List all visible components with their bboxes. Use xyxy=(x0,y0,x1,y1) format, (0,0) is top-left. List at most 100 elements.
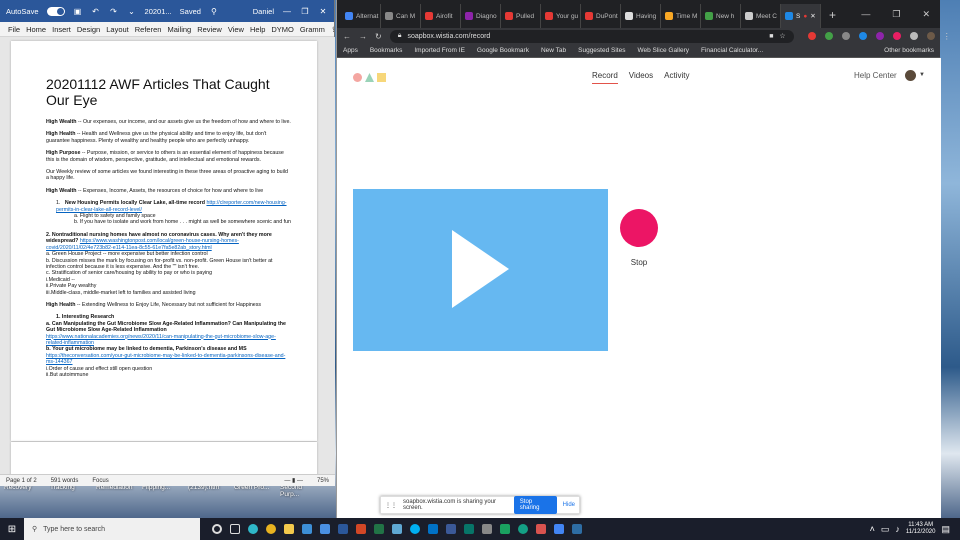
app-icon[interactable] xyxy=(536,524,546,534)
bookmark-item[interactable]: Web Slice Gallery xyxy=(637,47,689,54)
avatar[interactable] xyxy=(905,70,916,81)
desktop-icon[interactable]: Tracking xyxy=(50,484,90,502)
desktop-icon[interactable]: Recovery xyxy=(4,484,44,502)
edge-icon[interactable] xyxy=(248,524,258,534)
nav-record[interactable]: Record xyxy=(592,71,618,84)
notifications-icon[interactable]: ▤ xyxy=(941,524,950,535)
bookmark-item[interactable]: Imported From IE xyxy=(414,47,465,54)
extension-icon[interactable] xyxy=(841,32,850,40)
app-icon[interactable] xyxy=(572,524,582,534)
browser-tab[interactable]: Time M xyxy=(661,4,701,28)
customize-icon[interactable]: ⌄ xyxy=(127,7,137,16)
close-icon[interactable]: ✕ xyxy=(318,7,328,16)
taskbar-search[interactable]: ⚲ Type here to search xyxy=(24,518,200,540)
outlook-icon[interactable] xyxy=(428,524,438,534)
store-icon[interactable] xyxy=(302,524,312,534)
autosave-toggle[interactable] xyxy=(46,6,65,16)
desktop-icon[interactable]: Remediation xyxy=(96,484,136,502)
restore-icon[interactable]: ❐ xyxy=(300,7,310,16)
share-icon[interactable]: ⇪ xyxy=(331,25,334,34)
profile-icon[interactable] xyxy=(926,32,935,40)
cortana-icon[interactable] xyxy=(212,524,222,534)
restore-icon[interactable]: ❐ xyxy=(892,9,900,20)
puzzle-icon[interactable] xyxy=(909,32,918,40)
doc-name[interactable]: 20201... xyxy=(145,7,172,16)
focus-button[interactable]: Focus xyxy=(92,478,108,484)
save-icon[interactable]: ▣ xyxy=(73,7,83,16)
bookmark-item[interactable]: Bookmarks xyxy=(370,47,403,54)
tab-dymo[interactable]: DYMO xyxy=(271,25,294,34)
desktop-icon[interactable]: Second Purp... xyxy=(280,484,320,502)
app-icon[interactable] xyxy=(446,524,456,534)
article-link[interactable]: https://theconversation.com/your-gut-mic… xyxy=(46,353,291,366)
document-canvas[interactable]: 20201112 AWF Articles That Caught Our Ey… xyxy=(0,37,335,474)
browser-tab[interactable]: Pulled xyxy=(501,4,541,28)
powerpoint-icon[interactable] xyxy=(356,524,366,534)
undo-icon[interactable]: ↶ xyxy=(91,7,101,16)
tab-grammarly[interactable]: Gramm xyxy=(300,25,325,34)
extension-icon[interactable] xyxy=(892,32,901,40)
tab-view[interactable]: View xyxy=(228,25,244,34)
article-link[interactable]: https://www.nationalacademies.org/news/2… xyxy=(46,334,291,347)
network-icon[interactable]: ▭ xyxy=(881,524,890,535)
play-icon[interactable] xyxy=(452,230,509,308)
browser-tab[interactable]: Meet C xyxy=(741,4,781,28)
video-preview[interactable] xyxy=(353,189,608,351)
desktop-icon[interactable]: Flipping... xyxy=(142,484,182,502)
document-page[interactable]: 20201112 AWF Articles That Caught Our Ey… xyxy=(11,41,317,441)
browser-tab[interactable]: Can M xyxy=(381,4,421,28)
mail-icon[interactable] xyxy=(320,524,330,534)
tab-insert[interactable]: Insert xyxy=(52,25,71,34)
publisher-icon[interactable] xyxy=(464,524,474,534)
address-bar[interactable]: 🔒︎ soapbox.wistia.com/record ■ ☆ xyxy=(389,29,794,43)
tab-help[interactable]: Help xyxy=(250,25,265,34)
browser-tab[interactable]: Having xyxy=(621,4,661,28)
menu-icon[interactable]: ⋮ xyxy=(943,32,951,41)
chrome-icon[interactable] xyxy=(266,524,276,534)
chevron-up-icon[interactable]: ˄ xyxy=(870,524,875,534)
browser-tab-active[interactable]: S ● ✕ xyxy=(781,4,821,28)
redo-icon[interactable]: ↷ xyxy=(109,7,119,16)
extension-icon[interactable] xyxy=(807,32,816,40)
desktop-icon[interactable]: (2139).htm xyxy=(188,484,228,502)
browser-tab[interactable]: Airofit xyxy=(421,4,461,28)
extension-icon[interactable] xyxy=(875,32,884,40)
task-view-icon[interactable] xyxy=(230,524,240,534)
minimize-icon[interactable]: — xyxy=(861,9,870,20)
app-icon[interactable] xyxy=(500,524,510,534)
explorer-icon[interactable] xyxy=(284,524,294,534)
minimize-icon[interactable]: — xyxy=(282,7,292,16)
tab-file[interactable]: File xyxy=(8,25,20,34)
bookmark-item[interactable]: Financial Calculator... xyxy=(701,47,763,54)
nav-videos[interactable]: Videos xyxy=(629,71,653,84)
browser-tab[interactable]: DuPont xyxy=(581,4,621,28)
tab-layout[interactable]: Layout xyxy=(106,25,129,34)
browser-tab[interactable]: New h xyxy=(701,4,741,28)
extension-icon[interactable] xyxy=(858,32,867,40)
tab-mailings[interactable]: Mailing xyxy=(167,25,191,34)
chevron-down-icon[interactable]: ▼ xyxy=(919,72,925,78)
bookmark-item[interactable]: Suggested Sites xyxy=(578,47,625,54)
clock[interactable]: 11:43 AM 11/12/2020 xyxy=(906,522,936,536)
browser-tab[interactable]: Diagno xyxy=(461,4,501,28)
browser-tab[interactable]: Alternat xyxy=(341,4,381,28)
stop-sharing-button[interactable]: Stop sharing xyxy=(513,496,557,514)
app-icon[interactable] xyxy=(554,524,564,534)
windows-start-icon[interactable]: ⊞ xyxy=(0,524,24,535)
zoom-slider[interactable]: — ▮ — xyxy=(284,477,303,484)
document-page-2[interactable] xyxy=(11,442,317,474)
app-icon[interactable] xyxy=(518,524,528,534)
excel-icon[interactable] xyxy=(374,524,384,534)
search-icon[interactable]: ⚲ xyxy=(209,7,219,16)
volume-icon[interactable]: ♪ xyxy=(895,524,900,534)
tab-references[interactable]: Referen xyxy=(135,25,162,34)
tab-home[interactable]: Home xyxy=(26,25,46,34)
desktop-icon[interactable]: Green Pro... xyxy=(234,484,274,502)
bookmark-item[interactable]: New Tab xyxy=(541,47,566,54)
user-name[interactable]: Daniel xyxy=(253,7,274,16)
forward-icon[interactable]: → xyxy=(359,32,367,41)
stop-button[interactable] xyxy=(620,209,658,247)
bookmark-apps[interactable]: Apps xyxy=(343,47,358,54)
hide-button[interactable]: Hide xyxy=(563,502,575,508)
soapbox-logo[interactable] xyxy=(353,73,386,82)
